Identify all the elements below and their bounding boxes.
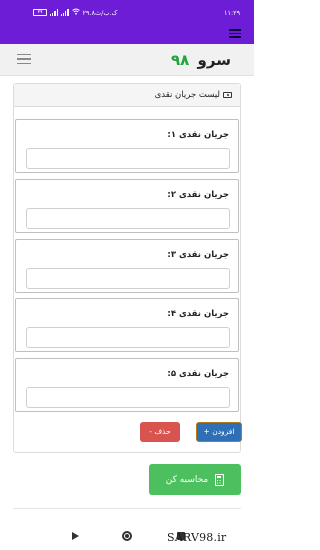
- delete-field-button[interactable]: - حذف: [140, 422, 180, 442]
- site-header: سرو ۹۸: [0, 44, 254, 76]
- cash-flow-input-1[interactable]: [26, 148, 230, 169]
- calculator-icon: [215, 473, 225, 486]
- brand-logo[interactable]: سرو ۹۸: [171, 51, 231, 69]
- watermark: SARV98.ir: [167, 531, 227, 544]
- hamburger-icon[interactable]: [229, 29, 241, 38]
- cash-flow-field-4: جریان نقدی ۴:: [15, 298, 239, 352]
- panel-header: لیست جریان نقدی: [14, 84, 240, 107]
- signal-icon: [50, 9, 58, 16]
- add-field-button[interactable]: + افزودن: [196, 422, 242, 442]
- cash-flow-panel: لیست جریان نقدی جریان نقدی ۱: جریان نقدی…: [13, 83, 242, 453]
- panel-title: لیست جریان نقدی: [154, 90, 220, 100]
- cash-flow-field-1: جریان نقدی ۱:: [15, 119, 239, 173]
- cash-flow-label-1: جریان نقدی ۱:: [167, 130, 229, 140]
- cash-flow-label-5: جریان نقدی ۵:: [167, 369, 229, 379]
- home-icon[interactable]: [122, 531, 132, 541]
- brand-name: سرو: [197, 51, 231, 69]
- wifi-icon: [71, 8, 80, 17]
- brand-number: ۹۸: [171, 51, 190, 69]
- cash-flow-input-2[interactable]: [26, 208, 230, 229]
- status-bar: ۷۷ ۲۹.۸ک.ب/ث ۱۱:۲۹: [0, 0, 254, 24]
- calculate-label: محاسبه کن: [165, 474, 209, 485]
- cash-flow-label-4: جریان نقدی ۴:: [167, 309, 229, 319]
- status-time: ۱۱:۲۹: [224, 9, 241, 17]
- battery-icon: ۷۷: [33, 9, 47, 16]
- back-icon[interactable]: [72, 532, 79, 540]
- cash-flow-input-3[interactable]: [26, 268, 230, 289]
- cash-flow-label-2: جریان نقدی ۲:: [167, 190, 229, 200]
- status-indicators: ۷۷ ۲۹.۸ک.ب/ث: [33, 8, 117, 17]
- menu-toggle-icon[interactable]: [17, 54, 31, 65]
- network-speed: ۲۹.۸ک.ب/ث: [82, 8, 118, 17]
- cash-flow-field-5: جریان نقدی ۵:: [15, 358, 239, 412]
- cash-flow-field-2: جریان نقدی ۲:: [15, 179, 239, 233]
- signal-icon-2: [60, 9, 69, 16]
- cash-flow-input-5[interactable]: [26, 387, 230, 408]
- cash-flow-label-3: جریان نقدی ۳:: [167, 250, 229, 260]
- divider: [13, 508, 241, 509]
- cash-flow-input-4[interactable]: [26, 327, 230, 348]
- cash-flow-field-3: جریان نقدی ۳:: [15, 239, 239, 293]
- app-bar: [0, 24, 254, 44]
- money-bill-icon: [223, 91, 232, 98]
- calculate-button[interactable]: محاسبه کن: [149, 464, 241, 495]
